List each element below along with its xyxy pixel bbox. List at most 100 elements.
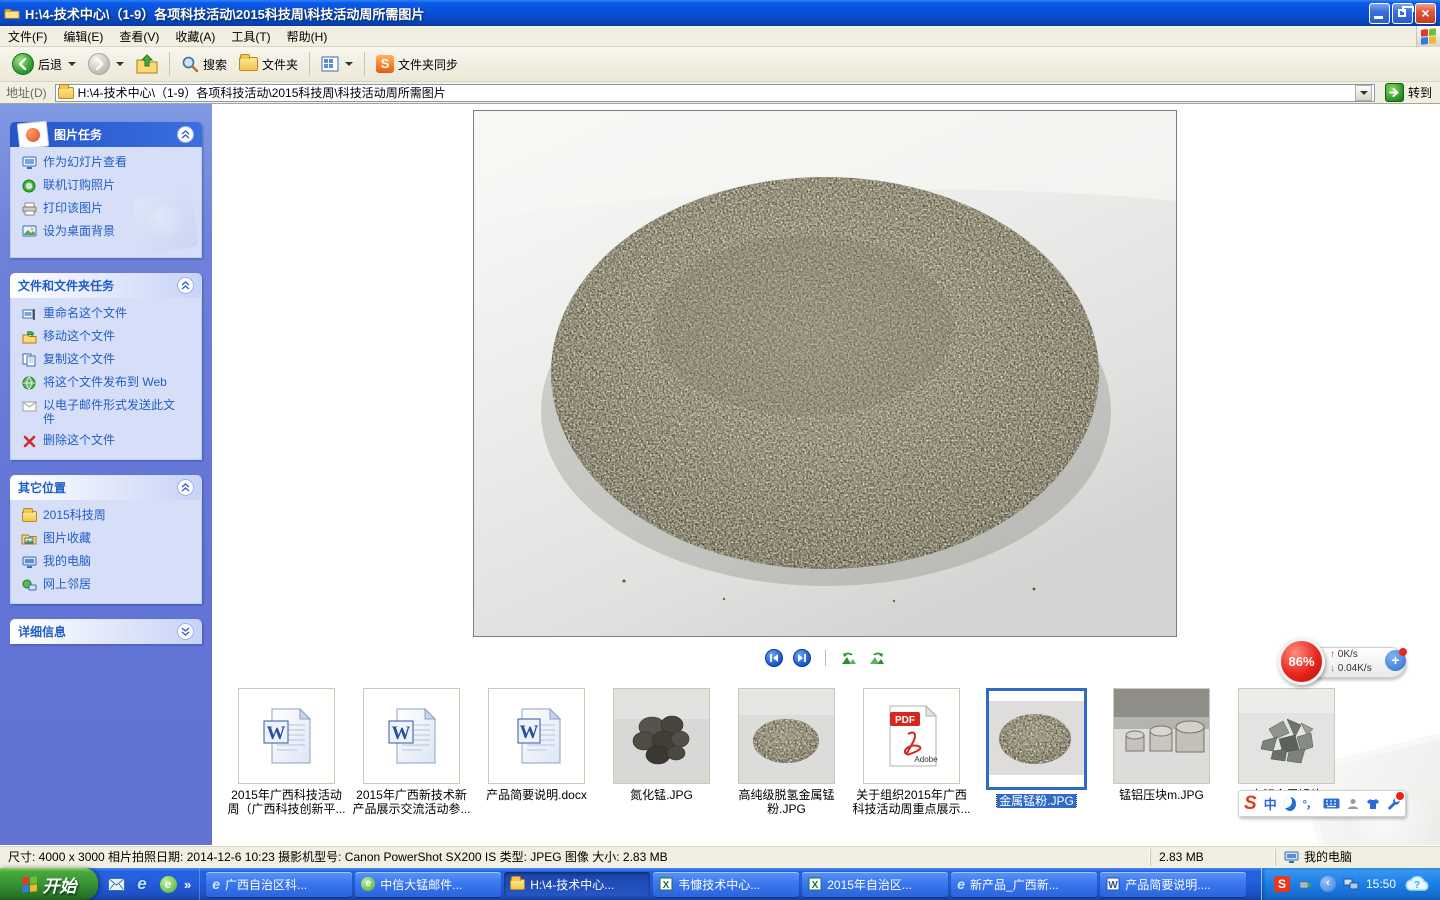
collapse-chevron-icon[interactable] xyxy=(177,126,194,143)
search-label: 搜索 xyxy=(203,56,227,73)
file-item-pdf-doc[interactable]: PDFAdobe 关于组织2015年广西科技活动周重点展示... xyxy=(851,688,972,816)
taskbar-item-word[interactable]: W 产品简要说明.... xyxy=(1100,872,1246,897)
place-my-pictures[interactable]: 图片收藏 xyxy=(21,531,193,547)
go-button[interactable]: 转到 xyxy=(1379,83,1438,102)
folder-sync-button[interactable]: S 文件夹同步 xyxy=(370,52,464,76)
sogou-settings-wrench-icon[interactable] xyxy=(1387,797,1400,810)
taskbar-item-ie-2[interactable]: e 新产品_广西新... xyxy=(951,872,1097,897)
file-tasks-header[interactable]: 文件和文件夹任务 xyxy=(10,273,202,298)
up-button[interactable] xyxy=(130,51,164,77)
task-pane: 图片任务 作为幻灯片查看 联机订购照片 打印该图片 xyxy=(0,104,212,845)
place-my-computer[interactable]: 我的电脑 xyxy=(21,554,193,570)
network-status-icon[interactable] xyxy=(1342,875,1360,893)
address-label: 地址(D) xyxy=(2,84,51,101)
taskbar-item-mail[interactable]: e 中信大锰邮件... xyxy=(355,872,501,897)
usb-device-icon[interactable] xyxy=(1296,875,1314,893)
taskbar-item-excel-2[interactable]: X 2015年自治区... xyxy=(802,872,948,897)
menu-help[interactable]: 帮助(H) xyxy=(279,25,336,48)
file-item-photo-briquettes[interactable]: 锰铝压块m.JPG xyxy=(1101,688,1222,816)
menu-tools[interactable]: 工具(T) xyxy=(223,25,278,48)
address-input[interactable]: H:\4-技术中心\（1-9）各项科技活动\2015科技周\科技活动周所需图片 xyxy=(55,84,1375,102)
file-item-word-doc-2[interactable]: W 2015年广西新技术新产品展示交流活动参... xyxy=(351,688,472,816)
back-button[interactable]: 后退 xyxy=(6,50,82,78)
views-button[interactable] xyxy=(315,53,359,75)
file-item-word-doc-1[interactable]: W 2015年广西科技活动周（广西科技创新平... xyxy=(226,688,347,816)
menu-favorites[interactable]: 收藏(A) xyxy=(167,25,223,48)
close-button[interactable]: × xyxy=(1415,3,1436,24)
task-rename-file[interactable]: 重命名这个文件 xyxy=(21,306,193,322)
internet-explorer-icon[interactable]: e xyxy=(132,874,152,894)
photo-preview[interactable] xyxy=(473,110,1177,637)
file-item-photo-powder-selected[interactable]: 金属锰粉.JPG xyxy=(976,688,1097,816)
quick-launch-overflow-chevron[interactable]: » xyxy=(184,877,191,892)
task-email-file[interactable]: 以电子邮件形式发送此文件 xyxy=(21,398,193,426)
restore-button[interactable] xyxy=(1392,3,1413,24)
previous-image-button[interactable] xyxy=(765,649,783,667)
rotate-clockwise-button[interactable] xyxy=(868,651,886,666)
filmstrip-view: W 2015年广西科技活动周（广西科技创新平... W 2015年广西新技术新产… xyxy=(212,104,1440,845)
input-mode-chinese[interactable]: 中 xyxy=(1264,794,1277,813)
cloud-question-glyph: ? xyxy=(1414,880,1420,891)
sogou-logo-icon[interactable]: S xyxy=(1244,794,1257,813)
tray-collapse-chevron[interactable]: ‹ xyxy=(1320,876,1336,892)
up-folder-icon xyxy=(136,54,158,74)
start-button[interactable]: 开始 xyxy=(0,868,98,900)
place-network[interactable]: 网上邻居 xyxy=(21,577,193,593)
collapse-chevron-icon[interactable] xyxy=(177,479,194,496)
browser-360-icon[interactable]: e xyxy=(158,874,178,894)
punctuation-toggle[interactable]: °， xyxy=(1303,796,1316,812)
file-label-selected: 金属锰粉.JPG xyxy=(976,794,1097,808)
task-view-slideshow[interactable]: 作为幻灯片查看 xyxy=(21,155,193,171)
details-header[interactable]: 详细信息 xyxy=(10,619,202,644)
picture-tasks-panel: 图片任务 作为幻灯片查看 联机订购照片 打印该图片 xyxy=(10,122,202,258)
file-item-photo-powder-small[interactable]: 高纯级脱氢金属锰粉.JPG xyxy=(726,688,847,816)
photo-thumbnail xyxy=(1238,688,1335,784)
menu-bar: 文件(F) 编辑(E) 查看(V) 收藏(A) 工具(T) 帮助(H) xyxy=(0,26,1440,47)
address-dropdown-button[interactable] xyxy=(1355,85,1372,101)
copy-file-icon xyxy=(21,352,37,368)
taskbar-clock[interactable]: 15:50 xyxy=(1366,877,1396,891)
skin-shirt-icon[interactable] xyxy=(1366,798,1380,810)
file-item-word-doc-3[interactable]: W 产品简要说明.docx xyxy=(476,688,597,816)
picture-tasks-header[interactable]: 图片任务 xyxy=(10,122,202,147)
accelerate-button[interactable]: + xyxy=(1385,650,1406,671)
menu-view[interactable]: 查看(V) xyxy=(111,25,167,48)
folders-button[interactable]: 文件夹 xyxy=(233,53,304,76)
file-label: 氮化锰.JPG xyxy=(601,788,722,802)
other-places-header[interactable]: 其它位置 xyxy=(10,475,202,500)
place-2015-tech-week[interactable]: 2015科技周 xyxy=(21,508,193,524)
title-bar: H:\4-技术中心\（1-9）各项科技活动\2015科技周\科技活动周所需图片 … xyxy=(0,0,1440,26)
cloud-help-icon[interactable]: ? xyxy=(1402,875,1432,893)
green-e-icon: e xyxy=(361,877,375,891)
content-area: 图片任务 作为幻灯片查看 联机订购照片 打印该图片 xyxy=(0,104,1440,845)
menu-file[interactable]: 文件(F) xyxy=(0,25,55,48)
task-copy-file[interactable]: 复制这个文件 xyxy=(21,352,193,368)
network-rates: ↑ 0K/s ↓ 0.04K/s xyxy=(1330,648,1372,676)
taskbar: 开始 e e » e 广西自治区科... e 中信大锰邮件... H:\4-技术… xyxy=(0,868,1440,900)
user-account-icon[interactable] xyxy=(1347,798,1359,810)
taskbar-item-ie-1[interactable]: e 广西自治区科... xyxy=(206,872,352,897)
network-monitor-widget[interactable]: ↑ 0K/s ↓ 0.04K/s + 86% xyxy=(1278,644,1408,680)
menu-edit[interactable]: 编辑(E) xyxy=(55,25,111,48)
forward-button[interactable] xyxy=(82,50,130,78)
soft-keyboard-icon[interactable] xyxy=(1323,798,1340,809)
minimize-button[interactable] xyxy=(1369,3,1390,24)
memory-usage-ball[interactable]: 86% xyxy=(1278,638,1325,685)
sogou-tray-icon[interactable]: S xyxy=(1274,876,1290,892)
taskbar-item-explorer-active[interactable]: H:\4-技术中心... xyxy=(504,872,650,897)
expand-chevron-icon[interactable] xyxy=(177,623,194,640)
rotate-counterclockwise-button[interactable] xyxy=(840,651,858,666)
task-delete-file[interactable]: 删除这个文件 xyxy=(21,433,193,449)
file-item-photo-lumps[interactable]: 氮化锰.JPG xyxy=(601,688,722,816)
taskbar-item-excel-1[interactable]: X 韦慷技术中心... xyxy=(653,872,799,897)
notification-dot xyxy=(1399,648,1407,656)
next-image-button[interactable] xyxy=(793,649,811,667)
forward-icon xyxy=(88,53,110,75)
task-publish-web[interactable]: 将这个文件发布到 Web xyxy=(21,375,193,391)
sogou-input-toolbar[interactable]: S 中 °， xyxy=(1238,790,1406,817)
fullwidth-moon-icon[interactable] xyxy=(1284,797,1296,811)
search-button[interactable]: 搜索 xyxy=(175,52,233,76)
collapse-chevron-icon[interactable] xyxy=(177,277,194,294)
task-move-file[interactable]: 移动这个文件 xyxy=(21,329,193,345)
outlook-express-icon[interactable] xyxy=(106,874,126,894)
